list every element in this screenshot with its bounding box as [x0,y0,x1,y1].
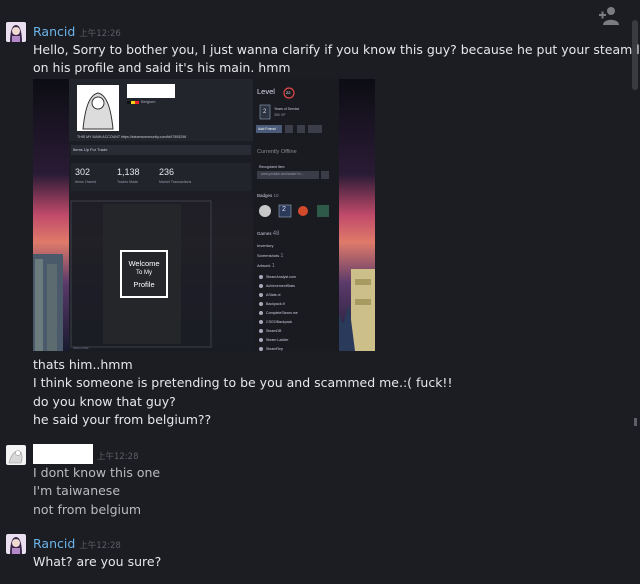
message-line: Hello, Sorry to bother you, I just wanna… [33,42,640,57]
embed-screenshots-text: Screenshots [257,253,280,258]
avatar-rancid[interactable] [6,22,26,42]
embed-badges-text: Badges [257,193,273,198]
embed-stat-value: 1,138 [117,167,140,177]
embed-link[interactable]: AStats.nl [266,293,280,297]
message-line: I dont know this one [33,465,161,480]
embed-items-trade: Items Up For Trade [73,147,108,152]
embed-artwork-count: 1 [271,263,275,269]
message-line: not from belgium [33,502,142,517]
embed-inventory[interactable]: Inventory [257,243,273,248]
embed-link[interactable]: AchievementStats [266,284,295,288]
embed-summary: THIS MY MAIN ACCOUNT https://steamcommun… [77,135,187,139]
sender-name[interactable]: Rancid [33,24,75,39]
embed-level-value: 22 [286,90,291,95]
message-group-rancid-1: Rancid 上午12:26 Hello, Sorry to bother you… [0,0,640,430]
embed-link[interactable]: CSGOBackpack [266,320,292,324]
embed-games-text: Games [257,231,272,236]
message-line: on his profile and said it's his main. h… [33,60,291,75]
showcase-footer: WELCOME [73,346,89,350]
embedded-profile-screenshot[interactable]: Belgium THIS MY MAIN ACCOUNT https://ste… [33,79,375,351]
message-time: 上午12:28 [79,541,121,551]
embed-games-count: 48 [272,231,280,237]
embed-stat-label: Items Owned [75,180,97,184]
showcase-line: Welcome [128,259,160,268]
embed-years-service: Years of Service [274,107,300,111]
avatar-friend[interactable] [6,445,26,465]
showcase-line: Profile [133,280,155,289]
chat-scrollbar[interactable] [630,0,638,584]
showcase-line: To My [135,270,152,276]
embed-favorite-link[interactable]: www.youtube.com/watch?v=... [261,172,304,176]
embed-link[interactable]: Backpack.tf [266,302,285,306]
embed-favorite-item: Recognized Item [259,165,285,169]
message-time: 上午12:28 [97,451,139,462]
embed-link[interactable]: SteamDB [266,329,281,333]
message-time: 上午12:26 [79,29,121,39]
redacted-sender-name[interactable] [33,444,93,464]
message-group-friend: 上午12:28 I dont know this one I'm taiwane… [0,440,626,522]
message-line: he said your from belgium?? [33,412,212,427]
embed-games-label: Games 48 [257,231,279,237]
embed-link[interactable]: Steam Ladder [266,338,289,342]
message-line: What? are you sure? [33,554,162,569]
embed-level-label: Level [257,87,275,96]
embed-screenshots-count: 1 [280,253,284,259]
message-group-rancid-2: Rancid 上午12:28 What? are you sure? [0,532,626,582]
embed-badges-count: 10 [273,193,279,198]
embed-stat-value: 302 [75,167,91,177]
embed-stat-label: Trades Made [117,180,139,184]
embed-badge-num: 2 [282,206,286,213]
message-line: do you know that guy? [33,394,176,409]
embed-country: Belgium [141,99,156,104]
sender-name[interactable]: Rancid [33,536,75,551]
embed-screenshots[interactable]: Screenshots 1 [257,253,283,259]
embed-xp: 350 XP [274,113,286,117]
message-line: I think someone is pretending to be you … [33,375,453,390]
embed-badges-label: Badges 10 [257,193,279,198]
scroll-marker [634,418,637,426]
embed-add-friend[interactable]: Add Friend [258,127,276,131]
embed-stat-label: Market Transactions [159,180,192,184]
message-line: thats him..hmm [33,357,133,372]
embed-link[interactable]: SteamRep [266,347,283,351]
embed-link[interactable]: CompleteSteam.me [266,311,298,315]
embed-stat-value: 236 [159,167,175,177]
embed-link[interactable]: SteamAnalyst.com [266,275,296,279]
avatar-rancid[interactable] [6,534,26,554]
embed-artwork-text: Artwork [257,263,271,268]
embed-years-num: 2 [263,109,267,115]
embed-artwork[interactable]: Artwork 1 [257,263,275,269]
message-line: I'm taiwanese [33,483,121,498]
embed-currently-offline: Currently Offline [257,149,297,155]
